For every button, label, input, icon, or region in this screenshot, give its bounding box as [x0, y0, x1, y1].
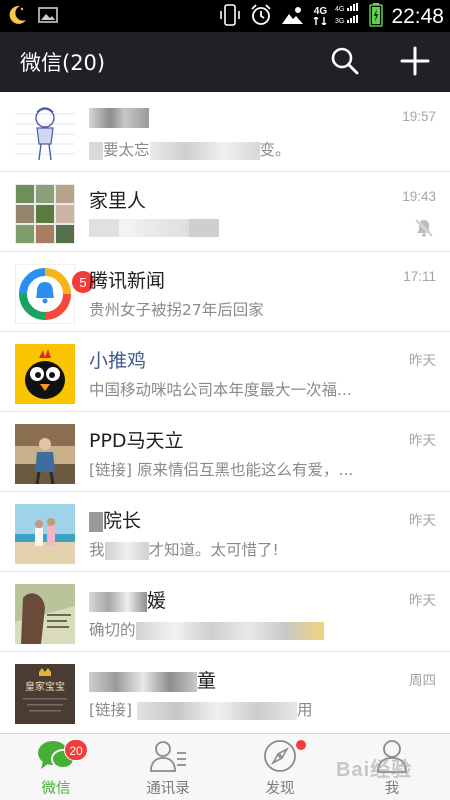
- svg-text:3G: 3G: [335, 18, 344, 25]
- network-indicator: 4G: [313, 6, 327, 28]
- chat-preview: 中国移动咪咕公司本年度最大一次福...: [89, 381, 352, 399]
- avatar-caption: 皇家宝宝: [25, 680, 65, 693]
- chat-name: [89, 106, 149, 128]
- avatar: [15, 184, 75, 244]
- avatar: [15, 344, 75, 404]
- blurred-text: [135, 621, 324, 640]
- chat-time: 昨天: [409, 513, 436, 528]
- chat-time: 17:11: [403, 269, 436, 284]
- chat-name: 小推鸡: [89, 350, 147, 372]
- blurred-text: [149, 141, 260, 160]
- chat-name: 腾讯新闻: [89, 270, 166, 292]
- blurred-text: [189, 218, 219, 237]
- blurred-text: [89, 141, 103, 160]
- battery-icon: [369, 3, 384, 31]
- chat-name: 媛: [89, 586, 166, 613]
- search-icon: [331, 47, 359, 75]
- blurred-text: [119, 218, 189, 237]
- blurred-text: [89, 671, 197, 692]
- chat-name: 家里人: [89, 190, 147, 212]
- new-indicator-dot: [296, 740, 306, 750]
- add-button[interactable]: [398, 44, 432, 78]
- blurred-text: [89, 511, 103, 532]
- chat-preview: [链接] 用: [89, 701, 313, 720]
- chat-preview: 确切的: [89, 618, 389, 640]
- chat-preview: [89, 218, 389, 237]
- watermark: Bai经验: [336, 759, 413, 781]
- chat-row[interactable]: 院长 我才知道。太可惜了! 昨天: [0, 492, 450, 572]
- page-title: 微信(20): [20, 51, 106, 75]
- clock-time: 22:48: [391, 5, 444, 28]
- chat-time: 19:57: [402, 109, 436, 124]
- chat-preview: 我才知道。太可惜了!: [89, 541, 279, 560]
- chat-name: PPD马天立: [89, 430, 184, 452]
- signal-icon: 4G 3G: [335, 3, 361, 31]
- chat-time: 昨天: [409, 353, 436, 368]
- chat-preview: [链接] 原来情侣互黑也能这么有爱，...: [89, 461, 354, 479]
- chat-row[interactable]: 要太忘 变。 19:57: [0, 92, 450, 172]
- mute-bell-icon: [414, 218, 434, 238]
- network-type-label: 4G: [313, 6, 328, 17]
- chat-time: 昨天: [409, 433, 436, 448]
- blurred-text: [137, 701, 298, 720]
- chat-name: 童: [89, 666, 216, 693]
- chat-row[interactable]: 家里人 19:43: [0, 172, 450, 252]
- svg-text:4G: 4G: [335, 6, 344, 13]
- tencent-news-logo: [14, 263, 76, 325]
- moon-icon: [6, 4, 28, 30]
- compass-icon: [264, 740, 296, 772]
- chat-time: 昨天: [409, 593, 436, 608]
- bottom-nav: 20 微信 通讯录 发现 我 Bai经验: [0, 733, 450, 800]
- blurred-text: [89, 591, 147, 612]
- chat-list[interactable]: 要太忘 变。 19:57 家里人 19:43 5 腾讯新闻 贵州女子被拐27年后…: [0, 92, 450, 733]
- image-icon: [38, 6, 58, 28]
- avatar: 皇家宝宝: [15, 664, 75, 724]
- chat-row[interactable]: 媛 确切的 昨天: [0, 572, 450, 652]
- weather-icon: [281, 4, 305, 30]
- blurred-text: [89, 218, 119, 237]
- chat-preview: 要太忘 变。: [89, 138, 389, 160]
- chick-mascot-icon: [15, 344, 75, 404]
- tab-contacts[interactable]: 通讯录: [112, 734, 224, 800]
- chat-row[interactable]: PPD马天立 [链接] 原来情侣互黑也能这么有爱，... 昨天: [0, 412, 450, 492]
- tab-label: 通讯录: [146, 781, 190, 797]
- status-bar: 4G 4G 3G 22:48: [0, 0, 450, 32]
- tab-chats[interactable]: 20 微信: [0, 734, 112, 800]
- vibrate-icon: [219, 3, 241, 31]
- alarm-icon: [249, 3, 273, 31]
- chat-time: 周四: [409, 673, 436, 688]
- tab-label: 发现: [265, 781, 295, 797]
- app-header: 微信(20): [0, 32, 450, 92]
- plus-icon: [400, 46, 430, 76]
- chat-time: 19:43: [402, 189, 436, 204]
- blurred-text: [89, 107, 149, 128]
- avatar: [15, 504, 75, 564]
- chat-row[interactable]: 皇家宝宝 童 [链接] 用 周四: [0, 652, 450, 732]
- avatar: 5: [14, 263, 95, 325]
- blurred-text: [104, 541, 149, 560]
- search-button[interactable]: [330, 46, 360, 76]
- unread-badge: 20: [64, 739, 88, 761]
- avatar: [15, 104, 75, 164]
- tab-discover[interactable]: 发现: [224, 734, 336, 800]
- chat-row[interactable]: 小推鸡 中国移动咪咕公司本年度最大一次福... 昨天: [0, 332, 450, 412]
- chat-name: 院长: [89, 506, 141, 533]
- chat-preview: 贵州女子被拐27年后回家: [89, 301, 264, 319]
- tab-label: 微信: [41, 781, 71, 797]
- avatar: [15, 424, 75, 484]
- contacts-icon: [150, 741, 186, 772]
- avatar: [15, 584, 75, 644]
- chat-row[interactable]: 5 腾讯新闻 贵州女子被拐27年后回家 17:11: [0, 252, 450, 332]
